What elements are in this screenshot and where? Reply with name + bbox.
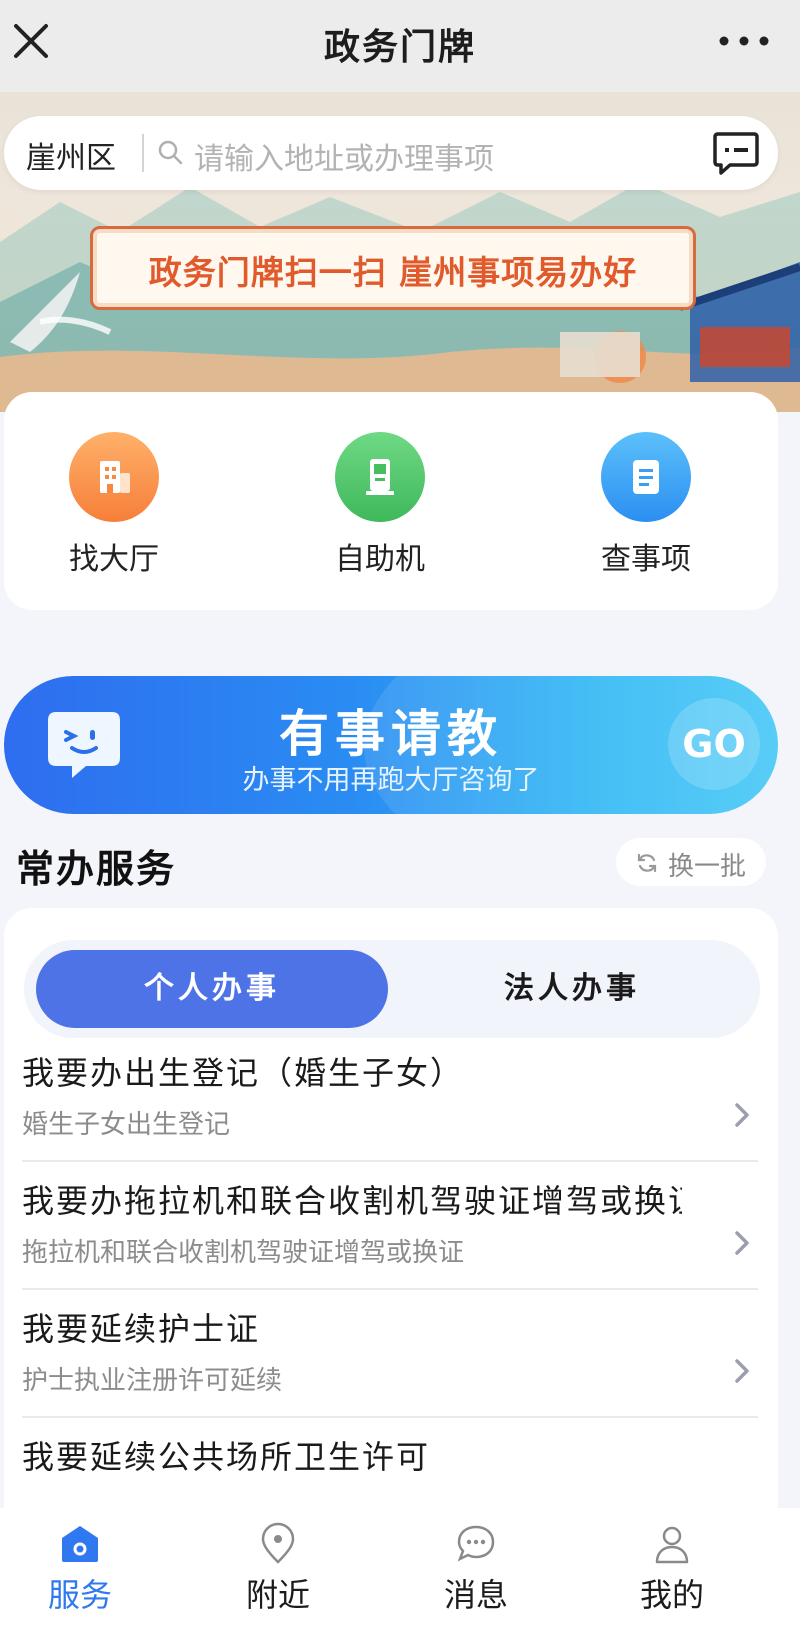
- nav-label: 附近: [245, 1576, 310, 1614]
- search-icon: [158, 140, 183, 165]
- ask-banner-title: 有事请教: [279, 705, 503, 763]
- nav-service[interactable]: 服务: [20, 1522, 140, 1616]
- service-item-subtitle: 护士执业注册许可延续: [22, 1366, 283, 1396]
- slogan-banner: 政务门牌扫一扫 崖州事项易办好: [90, 226, 696, 310]
- search-bar[interactable]: 崖州区 请输入地址或办理事项: [4, 116, 778, 190]
- ask-banner-subtitle: 办事不用再跑大厅咨询了: [242, 765, 540, 796]
- ask-banner[interactable]: 有事请教 办事不用再跑大厅咨询了 GO: [4, 676, 778, 814]
- bottom-nav: 服务 附近 消息 我的: [0, 1508, 800, 1630]
- service-item[interactable]: 我要办拖拉机和联合收割机驾驶证增驾或换证 拖拉机和联合收割机驾驶证增驾或换证: [22, 1162, 758, 1290]
- chat-icon: [457, 1525, 495, 1562]
- user-icon: [655, 1526, 689, 1564]
- service-item-title: 我要办拖拉机和联合收割机驾驶证增驾或换证: [22, 1182, 682, 1220]
- more-icon[interactable]: [714, 26, 774, 56]
- service-tabs: 个人办事 法人办事: [24, 940, 760, 1038]
- quick-action-search-matters[interactable]: 查事项: [576, 432, 716, 577]
- hero-banner: 崖州区 请输入地址或办理事项 政务门牌扫一扫 崖州事项易办好: [0, 92, 800, 412]
- quick-action-kiosk[interactable]: 自助机: [310, 432, 450, 577]
- nav-messages[interactable]: 消息: [416, 1522, 536, 1616]
- chevron-right-icon: [735, 1103, 749, 1127]
- page-title: 政务门牌: [323, 27, 476, 68]
- refresh-icon: [637, 853, 657, 873]
- nav-label: 消息: [443, 1576, 508, 1614]
- quick-action-label: 找大厅: [69, 542, 159, 577]
- go-button[interactable]: GO: [668, 698, 760, 790]
- service-item[interactable]: 我要延续护士证 护士执业注册许可延续: [22, 1290, 758, 1418]
- section-title: 常办服务: [16, 847, 177, 891]
- search-divider: [142, 134, 144, 172]
- chevron-right-icon: [735, 1231, 749, 1255]
- slogan-text: 政务门牌扫一扫 崖州事项易办好: [148, 253, 638, 292]
- quick-action-find-hall[interactable]: 找大厅: [44, 432, 184, 577]
- service-item-subtitle: 拖拉机和联合收割机驾驶证增驾或换证: [22, 1238, 465, 1268]
- top-bar: 政务门牌: [0, 0, 800, 92]
- building-icon: [69, 432, 159, 522]
- quick-action-label: 自助机: [335, 542, 425, 577]
- service-item[interactable]: 我要办出生登记（婚生子女） 婚生子女出生登记: [22, 1034, 758, 1162]
- quick-actions-card: 找大厅 自助机 查事项: [4, 392, 778, 610]
- service-item-title: 我要延续公共场所卫生许可: [22, 1438, 431, 1476]
- nav-nearby[interactable]: 附近: [218, 1522, 338, 1616]
- home-icon: [62, 1526, 98, 1562]
- refresh-label: 换一批: [668, 852, 747, 882]
- tab-legal-entity[interactable]: 法人办事: [396, 950, 748, 1028]
- service-item-subtitle: 婚生子女出生登记: [22, 1110, 231, 1140]
- document-icon: [601, 432, 691, 522]
- quick-action-label: 查事项: [601, 542, 691, 577]
- search-input[interactable]: 请输入地址或办理事项: [194, 134, 494, 178]
- nav-label: 服务: [47, 1576, 112, 1614]
- nav-me[interactable]: 我的: [612, 1522, 732, 1616]
- tab-personal[interactable]: 个人办事: [36, 950, 388, 1028]
- kiosk-icon: [335, 432, 425, 522]
- nav-label: 我的: [639, 1576, 704, 1614]
- service-item-title: 我要办出生登记（婚生子女）: [22, 1054, 465, 1092]
- location-icon: [261, 1522, 295, 1564]
- refresh-button[interactable]: 换一批: [616, 838, 766, 886]
- service-item-title: 我要延续护士证: [22, 1310, 261, 1348]
- region-selector[interactable]: 崖州区: [26, 133, 116, 177]
- message-icon[interactable]: [712, 130, 760, 176]
- chevron-right-icon: [735, 1359, 749, 1383]
